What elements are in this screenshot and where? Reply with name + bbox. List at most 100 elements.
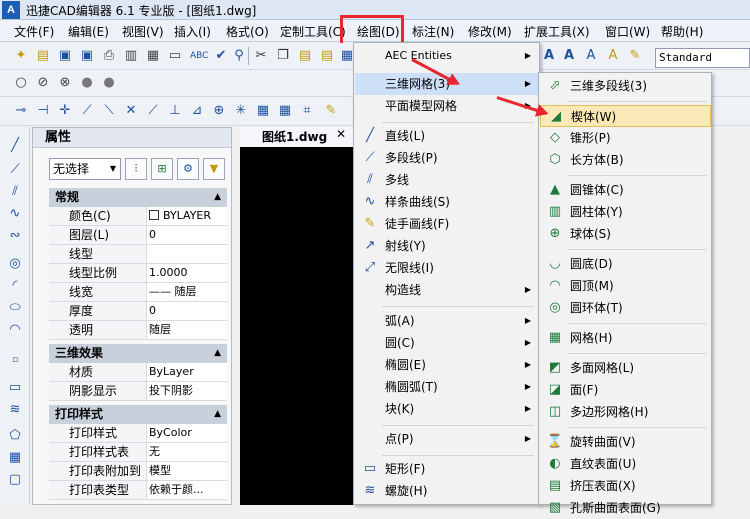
ellipse-tool-icon[interactable]: ⬭ [6,299,24,317]
prop-row[interactable]: 材质 ByLayer [49,363,227,382]
mesh-item-sphere[interactable]: ⊕ 球体(S) [540,223,711,245]
mesh-item-cylinder[interactable]: ▥ 圆柱体(Y) [540,201,711,223]
prop-row[interactable]: 厚度 0 [49,302,227,321]
new-file-icon[interactable]: ✦ [12,47,30,65]
text-find-icon[interactable]: A [604,47,622,65]
snap-extension-icon[interactable]: ⟋ [144,102,162,120]
select-objects-icon[interactable]: ⊞ [151,158,173,180]
helix-tool-icon[interactable]: ≋ [6,401,24,419]
quick-select-icon[interactable]: ⚙ [177,158,199,180]
prop-row[interactable]: 打印样式表 无 [49,443,227,462]
menu-window[interactable]: 窗口(W) [605,23,650,40]
mesh-item-box[interactable]: ⬡ 长方体(B) [540,149,711,171]
draw-menu-item-line[interactable]: ╱ 直线(L) [355,125,539,147]
polygon-tool-icon[interactable]: ⬠ [6,427,24,445]
mesh-item-dome[interactable]: ◠ 圆顶(M) [540,275,711,297]
collapse-icon[interactable]: ▲ [214,344,221,363]
snap-node-icon[interactable]: ⟋ [78,102,96,120]
freehand-tool-icon[interactable]: ∾ [6,227,24,245]
multiline-tool-icon[interactable]: ⫽ [6,183,24,201]
snap-intersection-icon[interactable]: ✕ [122,102,140,120]
mesh-item-polyface[interactable]: ◩ 多面网格(L) [540,357,711,379]
section-3d-effects[interactable]: 三维效果 ▲ [49,344,227,363]
ortho-icon[interactable]: ⌗ [298,102,316,120]
paste-icon[interactable]: ▤ [296,47,314,65]
draw-menu-item-xline[interactable]: ⤢ 无限线(I) [355,257,539,279]
draw-menu-item-ray[interactable]: ↗ 射线(Y) [355,235,539,257]
prop-row[interactable]: 图层(L) 0 [49,226,227,245]
mesh-item-pyramid[interactable]: ◇ 锥形(P) [540,127,711,149]
menu-modify[interactable]: 修改(M) [468,23,512,40]
draw-menu-item-freehand[interactable]: ✎ 徒手画线(F) [355,213,539,235]
mesh-item-edgesurf[interactable]: ▧ 孔斯曲面表面(G) [540,497,711,519]
prop-row[interactable]: 打印表类型 依赖于颜... [49,481,227,500]
snap-nearest-icon[interactable]: ✳ [232,102,250,120]
shaded-edges-icon[interactable]: ● [100,74,118,92]
print-preview-icon[interactable]: ▥ [122,47,140,65]
mesh-item-3d-polyline[interactable]: ⬀ 三维多段线(3) [540,75,711,97]
layout-icon[interactable]: ▭ [166,47,184,65]
drawing-canvas[interactable] [240,147,354,505]
selection-select[interactable]: 无选择 ▼ [49,158,121,180]
spellcheck-icon[interactable]: ABC [190,47,208,65]
menu-dimension[interactable]: 标注(N) [412,23,454,40]
copy-icon[interactable]: ❐ [274,47,292,65]
text-style-b-icon[interactable]: A [560,47,578,65]
menu-edit[interactable]: 编辑(E) [68,23,109,40]
toggle-pickadd-icon[interactable]: ⫶ [125,158,147,180]
prop-row[interactable]: 线宽 —— 随层 [49,283,227,302]
prop-row[interactable]: 透明 随层 [49,321,227,340]
hidden-line-icon[interactable]: ⊘ [34,74,52,92]
mesh-item-face[interactable]: ◪ 面(F) [540,379,711,401]
prop-row[interactable]: 打印表附加到 模型 [49,462,227,481]
region-tool-icon[interactable]: ▢ [6,471,24,489]
draw-menu-item-ellipse[interactable]: 椭圆(E) ▶ [355,354,539,376]
mesh-item-mesh[interactable]: ▦ 网格(H) [540,327,711,349]
menu-format[interactable]: 格式(O) [226,23,269,40]
collapse-icon[interactable]: ▲ [214,188,221,207]
snap-tangent-icon[interactable]: ⊕ [210,102,228,120]
circle-tool-icon[interactable]: ◎ [6,255,24,273]
section-general[interactable]: 常规 ▲ [49,188,227,207]
save-as-icon[interactable]: ▣ [78,47,96,65]
draw-menu-item-multiline[interactable]: ⫽ 多线 [355,169,539,191]
prop-row[interactable]: 线型 [49,245,227,264]
snap-endpoint-icon[interactable]: ⊸ [12,102,30,120]
page-setup-icon[interactable]: ▦ [144,47,162,65]
draw-menu-item-plane-mesh[interactable]: 平面模型网格▶ [355,95,539,117]
menu-help[interactable]: 帮助(H) [661,23,703,40]
mesh-item-polygon-mesh[interactable]: ◫ 多边形网格(H) [540,401,711,423]
grid-icon[interactable]: ▦ [276,102,294,120]
cut-icon[interactable]: ✂ [252,47,270,65]
section-plot-style[interactable]: 打印样式 ▲ [49,405,227,424]
snap-insertion-icon[interactable]: ⊥ [166,102,184,120]
snap-center-icon[interactable]: ✛ [56,102,74,120]
rectangle-tool-icon[interactable]: ▭ [6,379,24,397]
menu-insert[interactable]: 插入(I) [174,23,211,40]
snap-perpendicular-icon[interactable]: ⊿ [188,102,206,120]
prop-row[interactable]: 线型比例 1.0000 [49,264,227,283]
mesh-item-dish[interactable]: ◡ 圆底(D) [540,253,711,275]
draw-menu-item-block[interactable]: 块(K) ▶ [355,398,539,420]
draw-menu-item-spline[interactable]: ∿ 样条曲线(S) [355,191,539,213]
close-icon[interactable]: ✕ [336,127,346,141]
gouraud-shade-icon[interactable]: ● [78,74,96,92]
mesh-item-cone[interactable]: ▲ 圆锥体(C) [540,179,711,201]
draw-menu-item-ellipse-arc[interactable]: 椭圆弧(T) ▶ [355,376,539,398]
arc-tool-icon[interactable]: ◜ [6,277,24,295]
wireframe-icon[interactable]: ○ [12,74,30,92]
menu-file[interactable]: 文件(F) [14,23,54,40]
spline-tool-icon[interactable]: ∿ [6,205,24,223]
line-tool-icon[interactable]: ╱ [6,137,24,155]
check-icon[interactable]: ✔ [212,47,230,65]
mesh-item-wedge[interactable]: ◢ 楔体(W) [540,105,711,127]
text-edit-icon[interactable]: A [582,47,600,65]
snap-grid-icon[interactable]: ▦ [254,102,272,120]
draw-menu-item-point[interactable]: 点(P) ▶ [355,428,539,450]
text-style-select[interactable]: Standard [655,48,750,68]
document-tab[interactable]: 图纸1.dwg [262,128,327,145]
draw-menu-item-polyline[interactable]: ⟋ 多段线(P) [355,147,539,169]
snap-midpoint-icon[interactable]: ⊣ [34,102,52,120]
menu-view[interactable]: 视图(V) [122,23,164,40]
draw-menu-item-arc[interactable]: 弧(A) ▶ [355,310,539,332]
